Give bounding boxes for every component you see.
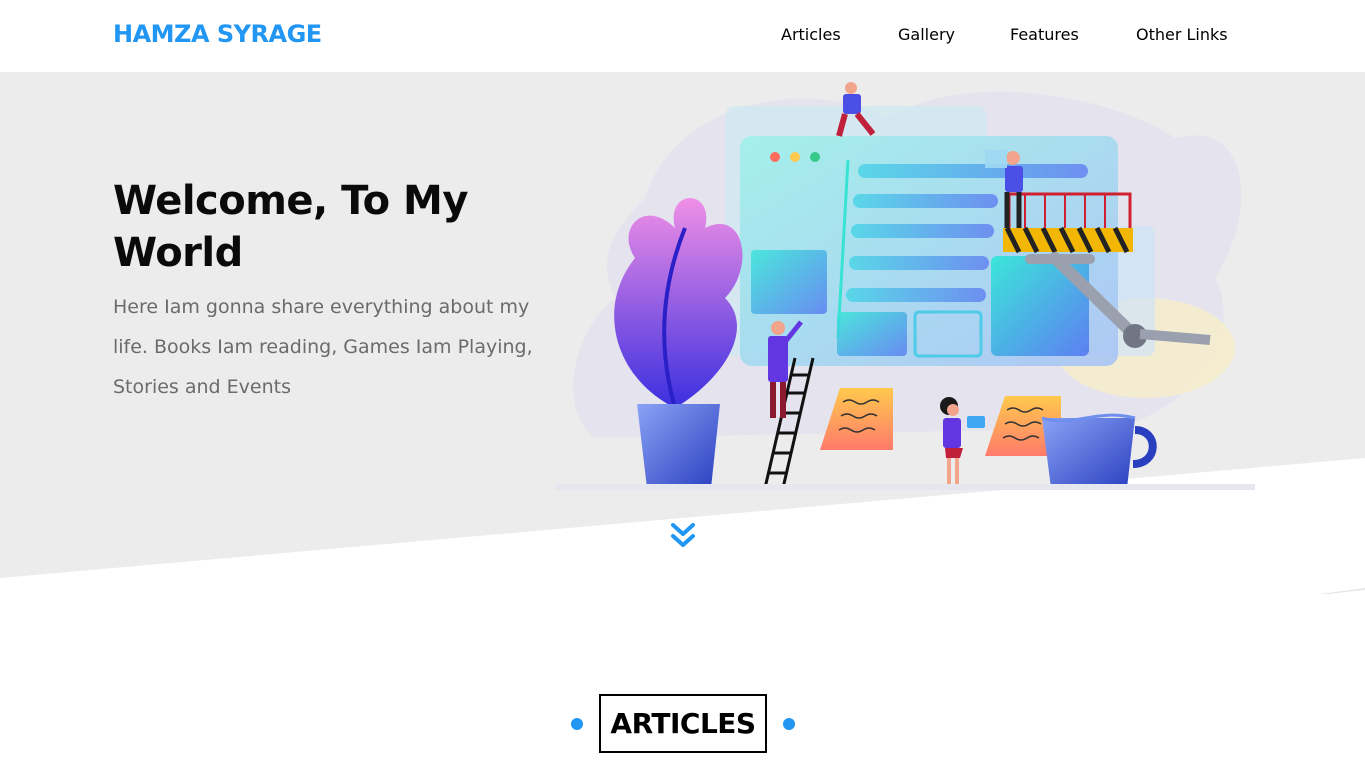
nav-gallery[interactable]: Gallery [898, 25, 955, 44]
site-header: HAMZA SYRAGE Articles Gallery Features O… [0, 0, 1365, 72]
nav-features[interactable]: Features [1010, 25, 1079, 44]
hero-description: Here Iam gonna share everything about my… [113, 296, 533, 398]
hero-illustration [555, 82, 1255, 490]
nav-articles[interactable]: Articles [781, 25, 841, 44]
right-dot [783, 718, 795, 730]
left-dot [571, 718, 583, 730]
site-logo[interactable]: HAMZA SYRAGE [113, 20, 322, 48]
articles-title: ARTICLES [599, 694, 767, 753]
double-chevron-down-icon[interactable] [670, 521, 696, 551]
articles-section-heading: ARTICLES [0, 694, 1365, 754]
decorative-divider [1320, 588, 1365, 594]
hero-title: Welcome, To My World [113, 178, 468, 276]
nav-other-links[interactable]: Other Links [1136, 25, 1228, 44]
